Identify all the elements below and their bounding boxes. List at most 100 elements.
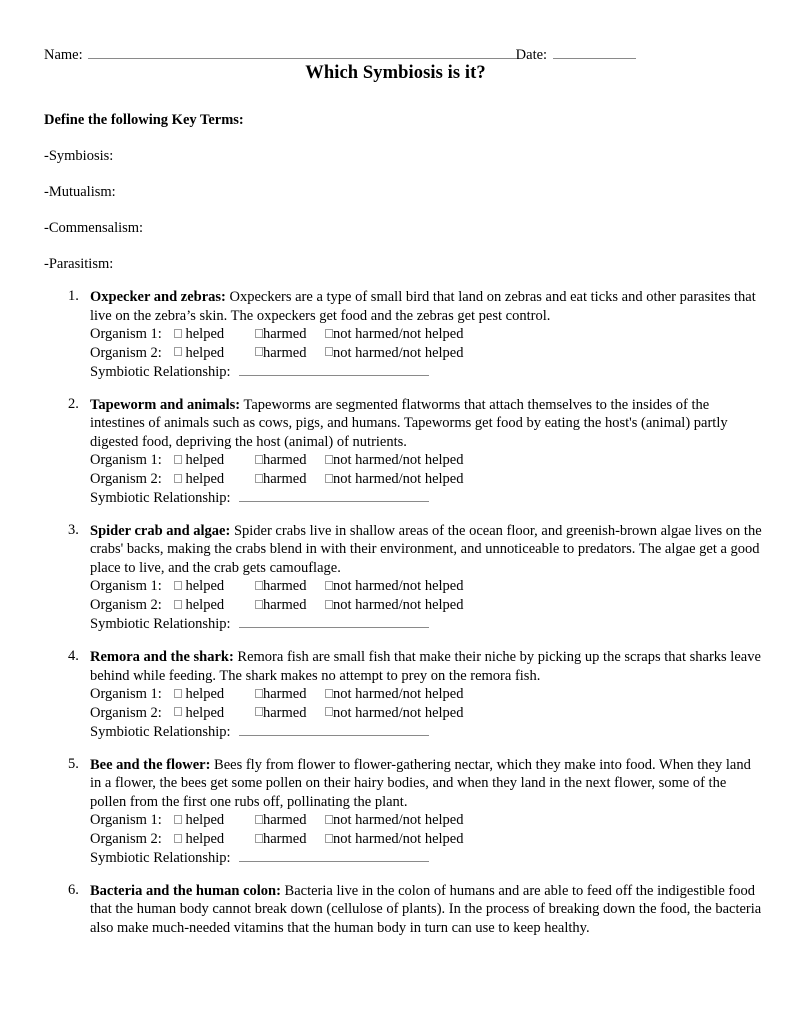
checkbox-option-label: not harmed/not helped (333, 704, 464, 721)
checkbox-icon[interactable] (325, 833, 333, 843)
name-input-line[interactable] (87, 45, 516, 59)
checkbox-option[interactable]: harmed (255, 685, 325, 704)
name-date-row: Name: Date: (44, 45, 748, 64)
symbiotic-relationship-label: Symbiotic Relationship: (90, 723, 231, 740)
symbiotic-relationship-answer-line[interactable] (238, 615, 429, 629)
checkbox-option-label: harmed (263, 812, 307, 829)
checkbox-option[interactable]: helped (174, 325, 255, 344)
checkbox-option-label: harmed (263, 471, 307, 488)
checkbox-option-label: harmed (263, 344, 307, 361)
checkbox-icon[interactable] (255, 814, 263, 824)
organism-1-row: Organism 1: helped harmed not harmed/not he… (90, 451, 763, 470)
checkbox-option-label: helped (185, 831, 225, 848)
checkbox-icon[interactable] (174, 688, 182, 698)
checkbox-option[interactable]: harmed (255, 577, 325, 596)
checkbox-option[interactable]: not harmed/not helped (325, 704, 463, 723)
question-text: Oxpecker and zebras: Oxpeckers are a typ… (90, 288, 763, 325)
checkbox-icon[interactable] (325, 580, 333, 590)
checkbox-option[interactable]: harmed (255, 830, 325, 849)
checkbox-option[interactable]: helped (174, 470, 255, 489)
question-text: Remora and the shark: Remora fish are sm… (90, 648, 763, 685)
checkbox-icon[interactable] (255, 328, 263, 338)
checkbox-icon[interactable] (325, 454, 333, 464)
checkbox-option[interactable]: not harmed/not helped (325, 811, 463, 830)
question-lead: Bee and the flower: (90, 756, 211, 773)
checkbox-icon[interactable] (255, 688, 263, 698)
checkbox-icon[interactable] (325, 473, 333, 483)
checkbox-icon[interactable] (255, 599, 263, 609)
checkbox-option[interactable]: not harmed/not helped (325, 470, 463, 489)
checkbox-option[interactable]: not harmed/not helped (325, 451, 463, 470)
symbiotic-relationship-answer-line[interactable] (238, 489, 429, 502)
checkbox-option-label: harmed (263, 452, 307, 469)
checkbox-icon[interactable] (255, 707, 263, 717)
organism-label: Organism 2: (90, 344, 162, 361)
checkbox-icon[interactable] (325, 814, 333, 824)
checkbox-option[interactable]: helped (174, 830, 255, 849)
checkbox-option[interactable]: helped (174, 344, 255, 363)
checkbox-icon[interactable] (255, 833, 263, 843)
checkbox-option-label: harmed (263, 326, 307, 343)
checkbox-option[interactable]: helped (174, 685, 255, 704)
date-input-line[interactable] (553, 45, 637, 59)
checkbox-option[interactable]: harmed (255, 325, 325, 344)
checkbox-option[interactable]: not harmed/not helped (325, 596, 463, 615)
checkbox-option[interactable]: harmed (255, 811, 325, 830)
checkbox-option[interactable]: not harmed/not helped (325, 830, 463, 849)
symbiotic-relationship-row: Symbiotic Relationship: (90, 363, 763, 382)
checkbox-option[interactable]: helped (174, 451, 255, 470)
checkbox-icon[interactable] (174, 454, 182, 464)
checkbox-icon[interactable] (255, 473, 263, 483)
checkbox-icon[interactable] (174, 814, 182, 824)
question-item: 5. Bee and the flower: Bees fly from flow… (0, 756, 791, 868)
checkbox-option[interactable]: not harmed/not helped (325, 325, 463, 344)
checkbox-icon[interactable] (325, 328, 333, 338)
checkbox-option-label: not harmed/not helped (333, 686, 464, 703)
checkbox-option-label: harmed (263, 831, 307, 848)
checkbox-option[interactable]: not harmed/not helped (325, 685, 463, 704)
checkbox-option[interactable]: harmed (255, 470, 325, 489)
organism-2-row: Organism 2: helped harmed not harmed/not he… (90, 596, 763, 615)
organism-label: Organism 1: (90, 578, 162, 595)
checkbox-option[interactable]: harmed (255, 704, 325, 723)
checkbox-option[interactable]: helped (174, 596, 255, 615)
checkbox-option[interactable]: helped (174, 704, 255, 723)
symbiotic-relationship-answer-line[interactable] (238, 849, 429, 862)
checkbox-option-label: helped (185, 597, 225, 614)
symbiotic-relationship-answer-line[interactable] (238, 723, 429, 736)
checkbox-icon[interactable] (255, 580, 263, 590)
checkbox-option[interactable]: not harmed/not helped (325, 344, 463, 363)
checkbox-option-label: helped (185, 344, 225, 361)
checkbox-option[interactable]: helped (174, 811, 255, 830)
checkbox-option[interactable]: harmed (255, 596, 325, 615)
checkbox-icon[interactable] (174, 473, 182, 483)
checkbox-option[interactable]: not harmed/not helped (325, 577, 463, 596)
checkbox-icon[interactable] (174, 347, 182, 357)
checkbox-icon[interactable] (174, 328, 182, 338)
checkbox-icon[interactable] (174, 833, 182, 843)
checkbox-icon[interactable] (325, 688, 333, 698)
checkbox-icon[interactable] (174, 580, 182, 590)
checkbox-option-label: not harmed/not helped (333, 831, 464, 848)
organism-1-row: Organism 1: helped harmed not harmed/not he… (90, 577, 763, 596)
checkbox-option[interactable]: helped (174, 577, 255, 596)
checkbox-icon[interactable] (174, 707, 182, 717)
checkbox-icon[interactable] (325, 599, 333, 609)
checkbox-icon[interactable] (255, 454, 263, 464)
question-item: 3. Spider crab and algae: Spider crabs li… (0, 522, 791, 634)
symbiotic-relationship-label: Symbiotic Relationship: (90, 616, 231, 633)
symbiotic-relationship-answer-line[interactable] (238, 363, 429, 376)
organism-label: Organism 1: (90, 452, 162, 469)
checkbox-icon[interactable] (255, 347, 263, 357)
question-item: 4. Remora and the shark: Remora fish are … (0, 648, 791, 742)
checkbox-icon[interactable] (325, 347, 333, 357)
question-lead: Spider crab and algae: (90, 522, 231, 539)
question-item: 2. Tapeworm and animals: Tapeworms are se… (0, 396, 791, 508)
checkbox-option[interactable]: harmed (255, 451, 325, 470)
checkbox-icon[interactable] (325, 707, 333, 717)
checkbox-icon[interactable] (174, 599, 182, 609)
date-label: Date: (515, 47, 548, 63)
organism-label: Organism 1: (90, 686, 162, 703)
organism-label: Organism 2: (90, 597, 162, 614)
checkbox-option[interactable]: harmed (255, 344, 325, 363)
